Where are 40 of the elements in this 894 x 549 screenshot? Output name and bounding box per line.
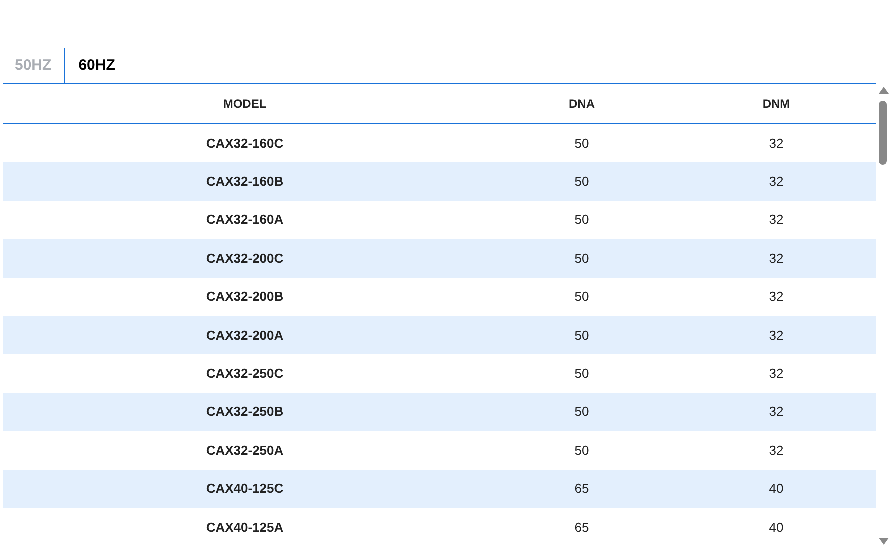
tab[interactable]: 60HZ [64, 48, 128, 83]
table-cell-text: CAX32-250C [205, 365, 285, 384]
table-cell-text: 32 [768, 211, 785, 230]
table-cell-text: 50 [574, 211, 590, 230]
table-cell-text: 32 [768, 288, 785, 306]
table-cell-text: CAX32-200A [205, 326, 285, 345]
table-cell-text: 50 [574, 442, 590, 460]
column-header: DNA [568, 96, 596, 112]
table-cell-text: 50 [574, 326, 590, 345]
table-cell-text: 32 [768, 442, 785, 460]
table-cell-text: CAX32-250B [205, 403, 285, 422]
table-cell-text: 50 [574, 134, 590, 153]
table-cell-text: 40 [768, 518, 785, 537]
table-cell-text: 65 [574, 518, 590, 537]
table-cell-text: 32 [768, 326, 785, 345]
table-cell-text: CAX32-160C [205, 134, 285, 153]
table-cell-text: 32 [768, 250, 785, 268]
table-cell-text: 50 [574, 288, 590, 306]
table-cell-text: 40 [768, 480, 785, 498]
table-cell-text: 50 [574, 173, 590, 192]
table-cell-text: 32 [768, 134, 785, 153]
table-cell-text: 32 [768, 173, 785, 192]
table-cell-text: CAX32-160A [205, 211, 285, 230]
table-cell-text: 32 [768, 365, 785, 384]
table-cell-text: CAX32-250A [205, 442, 285, 460]
scroll-up-icon[interactable] [879, 87, 889, 94]
column-header: MODEL [222, 96, 268, 112]
table-cell-text: 50 [574, 365, 590, 384]
table-cell-text: CAX40-125A [205, 518, 285, 537]
table-cell-text: 65 [574, 480, 590, 498]
table-cell-text: 32 [768, 403, 785, 422]
scroll-down-icon[interactable] [879, 538, 889, 545]
table-cell-text: CAX40-125C [205, 480, 285, 498]
table-cell-text: CAX32-200C [205, 250, 285, 268]
table-cell-text: CAX32-200B [205, 288, 285, 306]
table-cell-text: CAX32-160B [205, 173, 285, 192]
scrollbar-thumb[interactable] [879, 101, 887, 165]
table-cell-text: 50 [574, 250, 590, 268]
column-header: DNM [762, 96, 792, 112]
table-cell-text: 50 [574, 403, 590, 422]
